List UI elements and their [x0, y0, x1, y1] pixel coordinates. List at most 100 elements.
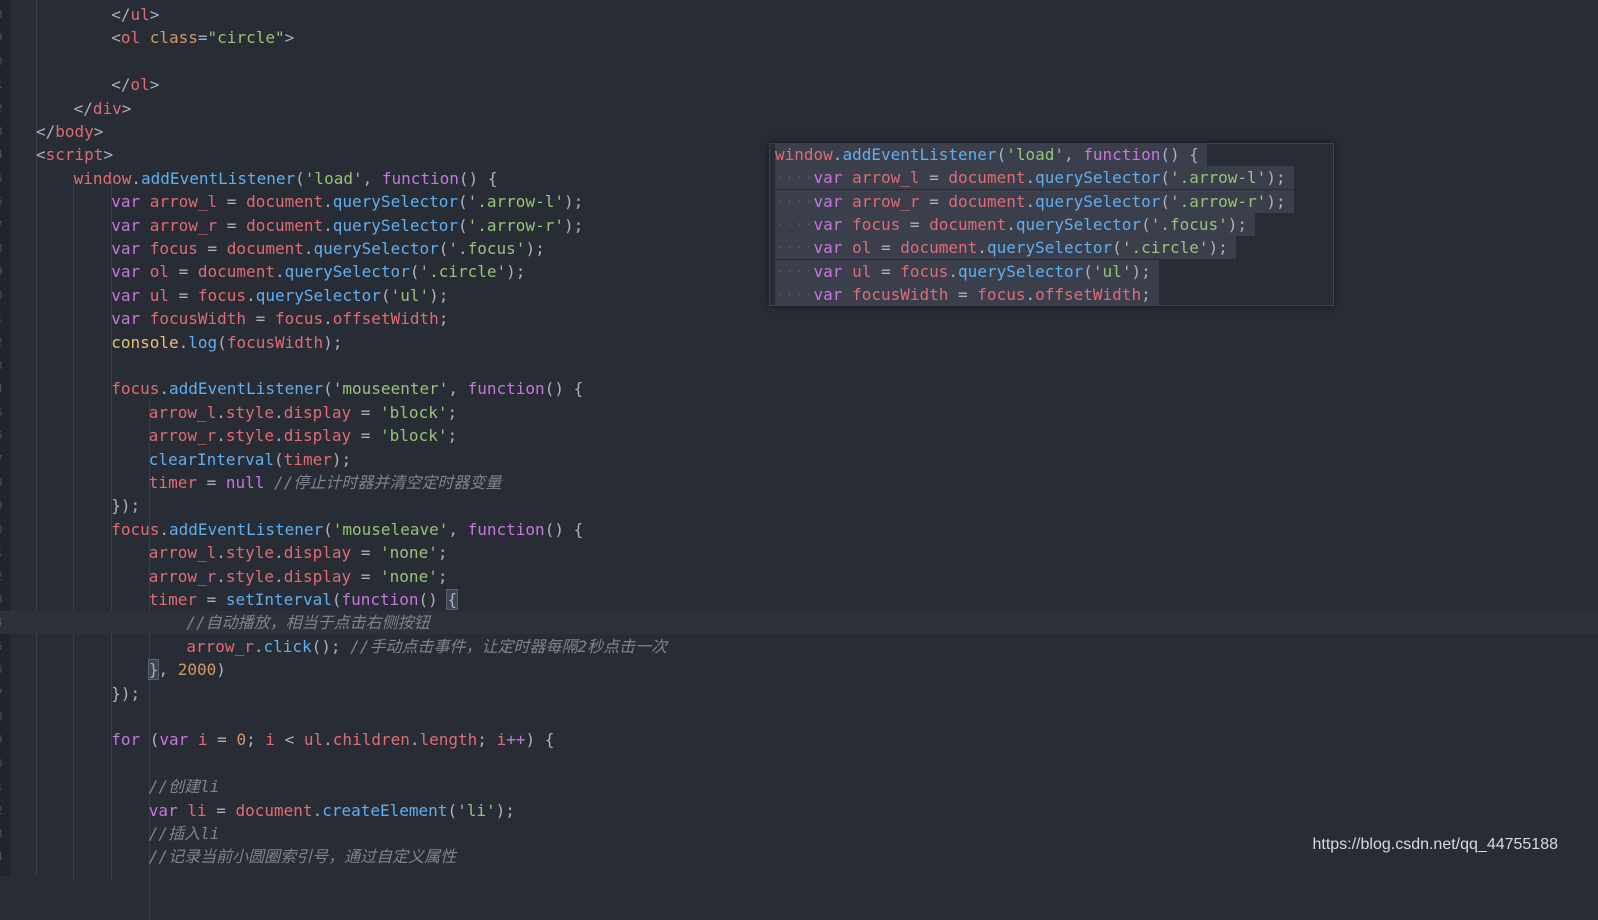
code-token: ,: [448, 519, 468, 539]
code-line[interactable]: 1 </ol>: [0, 73, 1598, 96]
code-token: .: [832, 145, 843, 164]
code-token: ;: [246, 730, 266, 750]
code-line[interactable]: 8 </ul>: [0, 3, 1598, 26]
code-line[interactable]: 4 focus.addEventListener('mouseenter', fu…: [0, 377, 1598, 400]
code-line[interactable]: 6arrow_r.style.display = 'block';: [0, 424, 1598, 447]
code-line[interactable]: 2arrow_r.style.display = 'none';: [0, 565, 1598, 588]
code-token: var: [148, 800, 188, 820]
code-token: );: [429, 285, 449, 305]
code-line[interactable]: 1 var focusWidth = focus.offsetWidth;: [0, 307, 1598, 330]
code-token: (: [458, 192, 468, 212]
code-line[interactable]: 5arrow_l.style.display = 'block';: [0, 401, 1598, 424]
code-token: ();: [311, 636, 351, 656]
code-token: querySelector: [255, 285, 381, 305]
code-token: console: [111, 332, 179, 352]
code-token: (: [149, 730, 160, 750]
code-token: focus: [852, 214, 901, 234]
code-line[interactable]: 3 </body>: [0, 120, 1598, 143]
code-line[interactable]: 2 var li = document.createElement('li');: [0, 799, 1598, 822]
code-token: querySelector: [332, 192, 458, 212]
code-token: '.arrow-l': [1169, 168, 1267, 188]
code-token: >: [103, 145, 114, 165]
code-token: =: [168, 262, 198, 282]
code-token: .: [274, 262, 285, 282]
code-token: );: [495, 800, 515, 820]
code-line[interactable]: 0: [0, 752, 1598, 775]
code-token: =: [246, 309, 275, 329]
line-number: 1: [0, 775, 6, 798]
code-token: >: [284, 28, 295, 48]
code-token: );: [331, 449, 352, 469]
code-token: focus: [977, 284, 1026, 304]
code-line[interactable]: 0 focus.addEventListener('mouseleave', fu…: [0, 518, 1598, 541]
code-line[interactable]: 1arrow_l.style.display = 'none';: [0, 541, 1598, 564]
code-token: document: [246, 192, 324, 212]
code-line[interactable]: 6}, 2000): [0, 658, 1598, 681]
code-token: 'ul': [1092, 261, 1132, 281]
code-token: setInterval: [225, 590, 332, 609]
code-token: document: [197, 262, 275, 282]
line-number: 3: [0, 354, 6, 377]
code-token: ++: [506, 730, 526, 750]
code-token: var: [813, 238, 853, 258]
code-token: 'li': [457, 800, 496, 820]
code-token: '.focus': [448, 239, 526, 258]
code-line[interactable]: 9 <ol class="circle">: [0, 26, 1598, 49]
code-token: .: [246, 285, 256, 305]
code-line[interactable]: 7});: [0, 682, 1598, 705]
code-token: (: [1160, 191, 1170, 211]
code-token: addEventListener: [141, 168, 296, 188]
code-line[interactable]: 7 clearInterval(timer);: [0, 448, 1598, 471]
code-line[interactable]: 2 </div>: [0, 97, 1598, 120]
code-token: );: [1266, 168, 1286, 188]
code-line[interactable]: 4 //自动播放，相当于点击右侧按钮: [0, 611, 1598, 635]
code-line[interactable]: 8 timer = null //停止计时器并清空定时器变量: [0, 471, 1598, 494]
watermark-url: https://blog.csdn.net/qq_44755188: [1312, 836, 1558, 853]
code-token: arrow_r: [852, 191, 920, 211]
code-token: .: [216, 402, 226, 422]
code-token: );: [1227, 214, 1248, 234]
code-token: ;: [437, 566, 448, 586]
code-token: =: [207, 730, 237, 750]
code-token: );: [563, 192, 584, 212]
code-token: null: [225, 473, 275, 492]
code-token: =: [351, 402, 381, 422]
code-line[interactable]: 5arrow_r.click(); //手动点击事件，让定时器每隔2秒点击一次: [0, 635, 1598, 658]
code-token: .: [948, 261, 959, 281]
line-number: 4: [0, 377, 6, 400]
line-number: 1: [0, 73, 6, 96]
code-line[interactable]: 9});: [0, 494, 1598, 517]
code-line[interactable]: 2 console.log(focusWidth);: [0, 331, 1598, 354]
code-token: div: [92, 98, 122, 118]
line-number: 9: [0, 494, 6, 517]
code-token: style: [225, 566, 275, 586]
code-line[interactable]: 1 //创建li: [0, 775, 1598, 798]
code-token: >: [121, 98, 132, 118]
line-number: 1: [0, 541, 6, 564]
code-hover-popup: window.addEventListener('load', function…: [769, 143, 1334, 306]
code-token: ul: [149, 285, 169, 305]
code-token: style: [225, 426, 275, 446]
code-line[interactable]: 0: [0, 50, 1598, 73]
code-token: );: [525, 239, 545, 258]
code-token: .: [274, 543, 284, 563]
code-line[interactable]: 8: [0, 705, 1598, 728]
code-token: i: [496, 730, 507, 750]
code-token: ol: [149, 262, 169, 282]
code-token: 'ul': [390, 285, 430, 305]
code-token: .: [312, 800, 323, 820]
code-token: 'none': [380, 543, 438, 563]
code-line[interactable]: 3timer = setInterval(function() {: [0, 588, 1598, 611]
code-token: 'mouseleave': [332, 519, 449, 539]
code-token: arrow_r: [148, 426, 217, 446]
popup-line: ····var focusWidth = focus.offsetWidth;: [775, 282, 1159, 306]
code-line[interactable]: 3: [0, 354, 1598, 377]
code-editor[interactable]: 8</ul>9<ol class="circle">01</ol>2</div>…: [0, 0, 1598, 920]
code-line[interactable]: 9for (var i = 0; i < ul.children.length;…: [0, 728, 1598, 751]
code-token: 0: [236, 730, 247, 750]
code-token: document: [226, 239, 304, 258]
code-token: =: [871, 238, 901, 258]
code-token: focus: [111, 519, 160, 539]
code-token: >: [93, 122, 104, 141]
code-token: );: [1208, 238, 1228, 258]
